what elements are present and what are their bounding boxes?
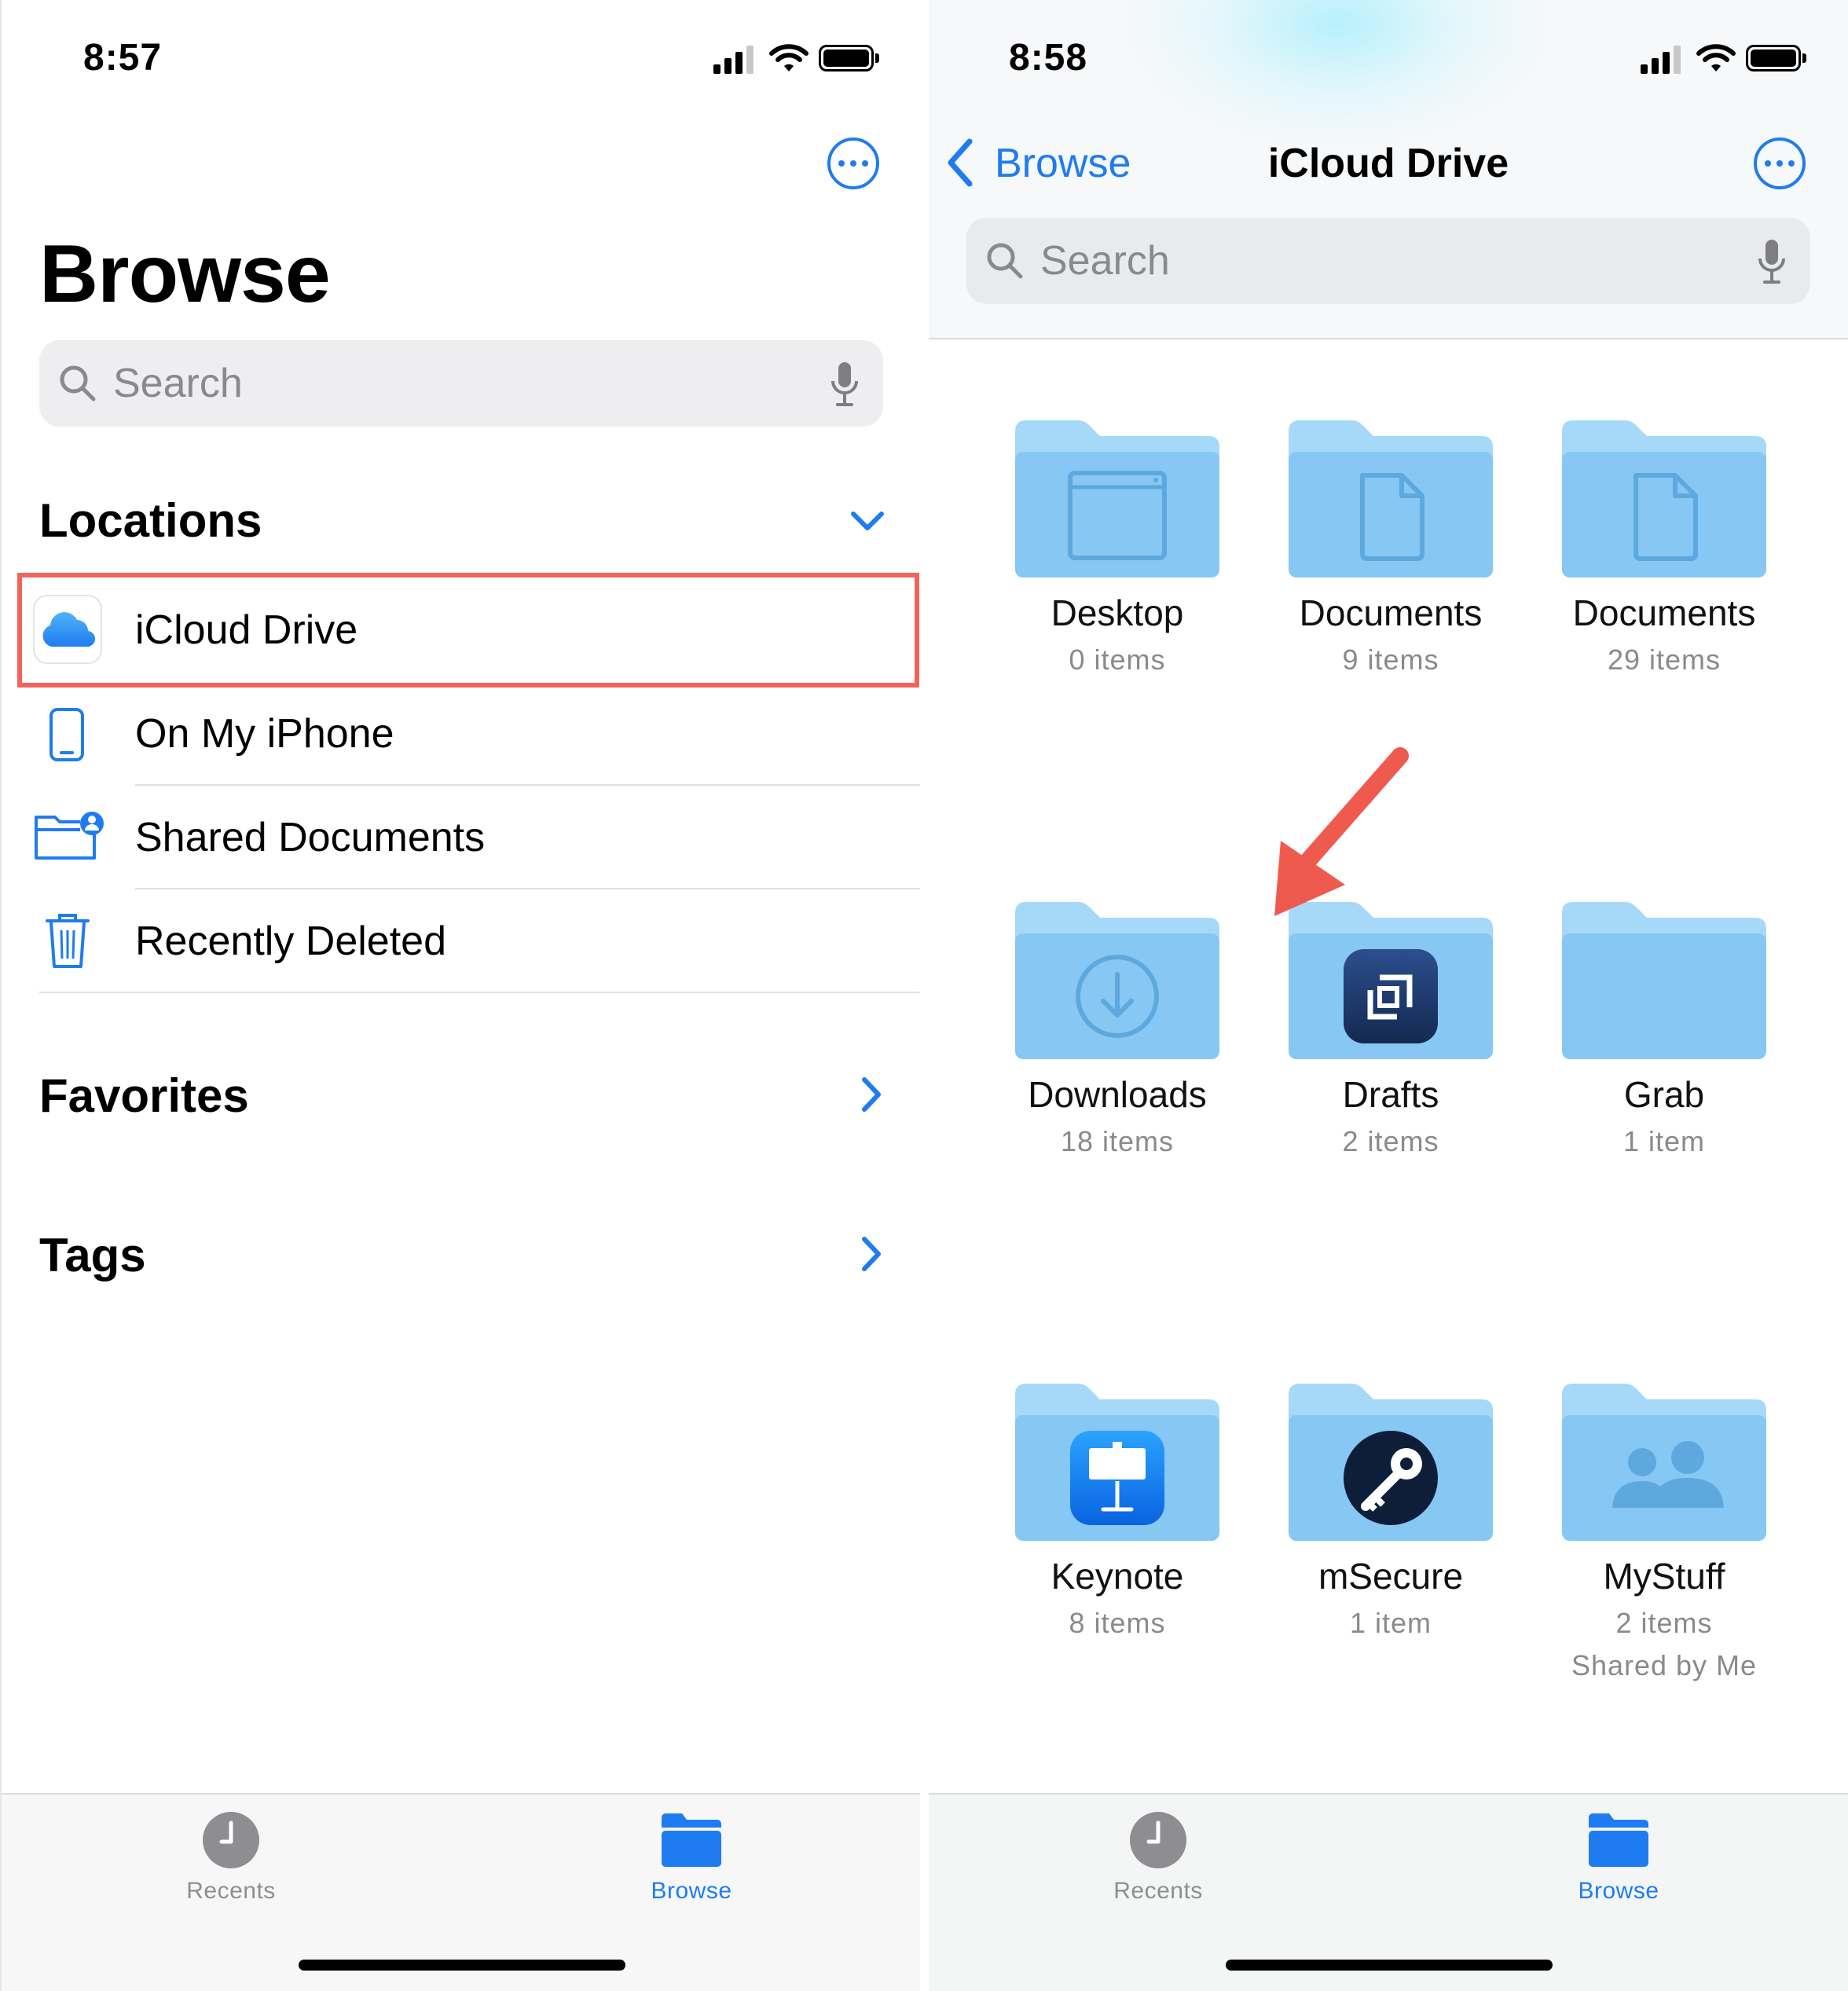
more-options-button[interactable] (827, 138, 879, 189)
back-button-browse[interactable]: Browse (995, 140, 1131, 187)
search-field[interactable]: Search (39, 340, 883, 427)
drafts-app-icon (1344, 949, 1438, 1043)
tab-browse[interactable]: Browse (1501, 1810, 1736, 1905)
keynote-app-icon (1070, 1431, 1164, 1525)
tab-recents-label: Recents (186, 1878, 276, 1904)
trash-icon (46, 914, 90, 968)
folder-name: Documents (1299, 592, 1483, 633)
microphone-icon[interactable] (1757, 238, 1787, 285)
folder-count: 9 items (1342, 644, 1439, 676)
folder-icon (1562, 1384, 1766, 1541)
row-separator (135, 784, 920, 786)
folder-name: Desktop (1050, 592, 1184, 633)
folder-icon (1289, 1384, 1493, 1541)
folder-keynote[interactable]: Keynote 8 items (1015, 1384, 1219, 1639)
folder-name: mSecure (1318, 1556, 1464, 1597)
folder-count: 29 items (1607, 644, 1722, 676)
chevron-right-icon[interactable] (860, 1076, 883, 1113)
folder-count: 1 item (1622, 1125, 1706, 1157)
tab-bar: Recents Browse (2, 1793, 920, 1991)
location-shared-documents[interactable]: Shared Documents (135, 814, 485, 861)
chevron-down-icon[interactable] (850, 509, 885, 533)
folder-documents-1[interactable]: Documents 9 items (1289, 420, 1493, 676)
search-icon (987, 243, 1023, 279)
folder-desktop[interactable]: Desktop 0 items (1015, 420, 1219, 676)
tab-recents[interactable]: Recents (1040, 1810, 1276, 1905)
microphone-icon[interactable] (830, 361, 860, 408)
folder-name: Downloads (1028, 1074, 1207, 1115)
favorites-header[interactable]: Favorites (39, 1069, 249, 1123)
location-icloud-drive[interactable]: iCloud Drive (135, 607, 358, 654)
folder-icon (1562, 420, 1766, 578)
tab-recents[interactable]: Recents (113, 1810, 349, 1905)
tags-header[interactable]: Tags (39, 1228, 146, 1282)
folder-name: Keynote (1050, 1556, 1184, 1597)
wifi-icon (769, 44, 808, 72)
cellular-signal-icon (713, 46, 754, 74)
location-recently-deleted[interactable]: Recently Deleted (135, 918, 446, 965)
back-chevron-icon[interactable] (946, 138, 974, 187)
search-icon (60, 365, 96, 402)
right-screen-icloud-drive: 8:58 Browse iCloud Drive Search Desktop … (929, 0, 1848, 1991)
tab-browse-label: Browse (1578, 1878, 1659, 1904)
battery-icon (1746, 45, 1801, 72)
icloud-app-tile[interactable] (33, 595, 102, 664)
more-options-button[interactable] (1754, 138, 1806, 189)
header-separator (929, 338, 1848, 339)
location-on-my-iphone[interactable]: On My iPhone (135, 710, 394, 757)
wifi-icon (1696, 44, 1736, 72)
folder-name: Documents (1572, 592, 1756, 633)
left-screen-browse: 8:57 Browse Search Locations iCloud Driv… (0, 0, 920, 1991)
folder-icon (662, 1813, 721, 1867)
chevron-right-icon[interactable] (860, 1236, 883, 1272)
search-placeholder: Search (1040, 238, 1170, 284)
search-placeholder: Search (113, 361, 243, 406)
folder-documents-2[interactable]: Documents 29 items (1562, 420, 1766, 676)
locations-header[interactable]: Locations (39, 493, 262, 548)
panel-gap (920, 0, 929, 1991)
tab-recents-label: Recents (1113, 1878, 1203, 1904)
tab-bar: Recents Browse (929, 1793, 1848, 1991)
folder-count: 2 items (1615, 1607, 1713, 1639)
folder-icon (1289, 420, 1493, 578)
home-indicator (1226, 1960, 1553, 1971)
folder-icon (1015, 1384, 1219, 1541)
nav-title: iCloud Drive (1267, 141, 1509, 186)
folder-count: 8 items (1069, 1607, 1166, 1639)
battery-icon (819, 45, 874, 72)
tab-browse[interactable]: Browse (574, 1810, 809, 1905)
folder-icon (1562, 902, 1766, 1059)
folder-name: Grab (1623, 1074, 1705, 1115)
clock-icon (203, 1812, 259, 1868)
section-separator (39, 992, 920, 993)
home-indicator (299, 1960, 625, 1971)
row-separator (135, 888, 920, 889)
search-field[interactable]: Search (966, 218, 1810, 304)
folder-msecure[interactable]: mSecure 1 item (1289, 1384, 1493, 1639)
folder-name: Drafts (1342, 1074, 1439, 1115)
status-time: 8:57 (83, 37, 163, 79)
battery-nub (1802, 53, 1806, 63)
battery-nub (875, 53, 879, 63)
folder-name: MyStuff (1603, 1556, 1725, 1597)
clock-icon (1130, 1812, 1186, 1868)
cellular-signal-icon (1641, 46, 1681, 74)
msecure-app-icon (1344, 1431, 1438, 1525)
page-title: Browse (39, 229, 331, 320)
folder-count: 18 items (1060, 1125, 1175, 1157)
status-time: 8:58 (1009, 37, 1088, 79)
folder-count: 0 items (1069, 644, 1166, 676)
icloud-icon (42, 612, 96, 647)
tab-browse-label: Browse (651, 1878, 732, 1904)
folder-icon (1015, 420, 1219, 578)
shared-folder-icon (35, 812, 104, 860)
folder-count: 2 items (1342, 1125, 1439, 1157)
folder-mystuff[interactable]: MyStuff 2 items Shared by Me (1562, 1384, 1766, 1681)
folder-grab[interactable]: Grab 1 item (1562, 902, 1766, 1157)
folder-count: 1 item (1349, 1607, 1432, 1639)
annotation-arrow (1274, 747, 1409, 916)
folder-icon (1589, 1813, 1648, 1867)
folder-shared-status: Shared by Me (1571, 1649, 1758, 1681)
iphone-icon (50, 708, 84, 761)
